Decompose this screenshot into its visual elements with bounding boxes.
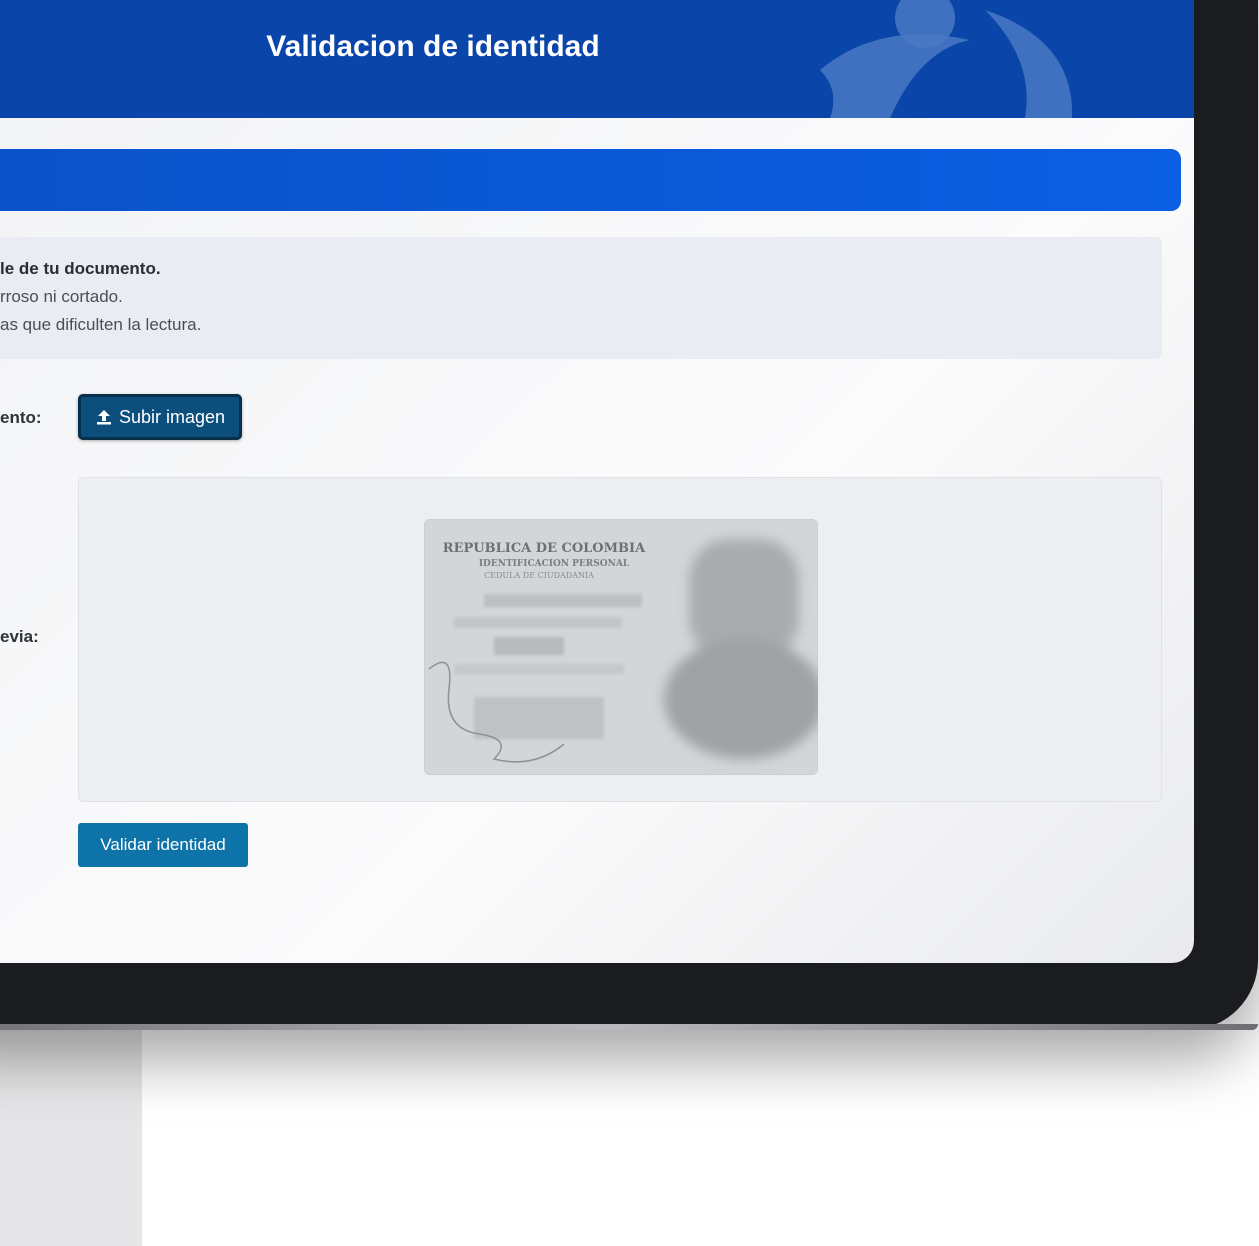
instruction-line: rroso ni cortado. <box>0 287 123 306</box>
instructions-panel: le de tu documento. rroso ni cortado. as… <box>0 237 1162 359</box>
image-preview-area: REPUBLICA DE COLOMBIA IDENTIFICACION PER… <box>78 477 1162 802</box>
preview-field-label: evia: <box>0 627 39 646</box>
document-field-label: ento: <box>0 408 42 427</box>
upload-icon <box>96 410 111 425</box>
id-card-type: CEDULA DE CIUDADANIA <box>484 571 594 580</box>
background-card <box>142 1010 1259 1246</box>
section-header-bar <box>0 149 1181 211</box>
instruction-line: as que dificulten la lectura. <box>0 315 202 334</box>
app-header: Validacion de identidad <box>0 0 1194 118</box>
upload-button-label: Subir imagen <box>118 406 226 427</box>
page-title: Validacion de identidad <box>266 30 600 63</box>
id-card-image: REPUBLICA DE COLOMBIA IDENTIFICACION PER… <box>424 519 818 775</box>
tablet-screen: Validacion de identidad le de tu documen… <box>0 0 1194 963</box>
tablet-device: Validacion de identidad le de tu documen… <box>0 0 1258 1030</box>
brand-logo-icon <box>820 0 1073 118</box>
validate-identity-button[interactable]: Validar identidad <box>78 823 248 867</box>
id-card-title: REPUBLICA DE COLOMBIA <box>443 541 646 556</box>
instruction-line: le de tu documento. <box>0 259 161 278</box>
upload-image-button[interactable]: Subir imagen <box>78 394 242 440</box>
id-card-subtitle: IDENTIFICACION PERSONAL <box>479 559 630 569</box>
